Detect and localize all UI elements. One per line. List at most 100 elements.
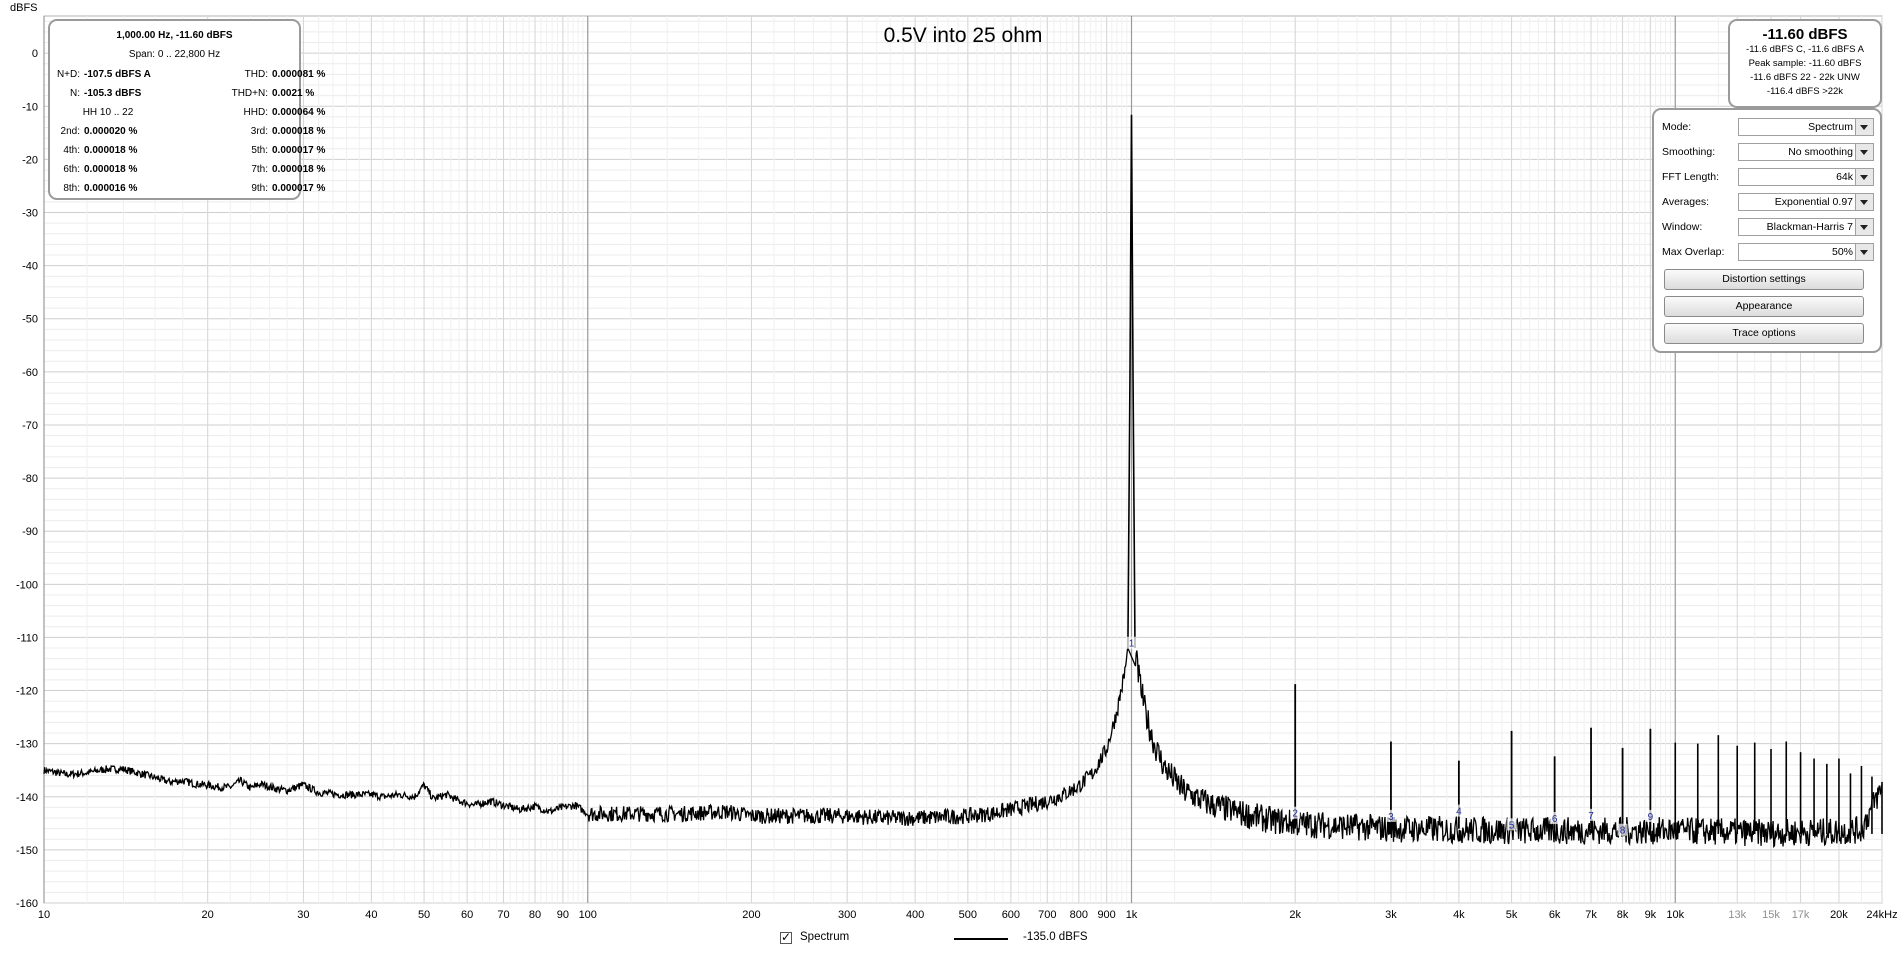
distortion-settings-button[interactable]: Distortion settings [1664,269,1864,290]
measure-label: 3rd: [250,126,268,137]
y-tick-label: -110 [17,632,38,644]
chevron-down-icon[interactable] [1855,219,1873,235]
harmonic-marker: 4 [1456,807,1462,818]
harmonic-marker: 6 [1552,814,1558,825]
x-tick-label: 100 [579,909,597,921]
x-tick-label: 15k [1762,909,1780,921]
legend-series-name: Spectrum [800,931,850,943]
level-main: -11.60 dBFS [1762,26,1848,43]
measure-value: -107.5 dBFS A [84,69,151,80]
x-tick-label: 10 [38,909,50,921]
x-tick-label: 8k [1617,909,1629,921]
chevron-down-icon[interactable] [1855,194,1873,210]
max-overlap-value: 50% [1831,246,1853,258]
smoothing-label: Smoothing: [1662,146,1716,158]
chevron-down-icon[interactable] [1855,169,1873,185]
fft-length-label: FFT Length: [1662,171,1720,183]
window-select[interactable]: Blackman-Harris 7 [1738,218,1874,236]
measure-value: 0.000020 % [84,126,138,137]
x-tick-label: 30 [297,909,309,921]
rta-settings-panel: Mode: Spectrum Smoothing: No smoothing F… [1652,108,1882,353]
max-overlap-select[interactable]: 50% [1738,243,1874,261]
level-line-3: -11.6 dBFS 22 - 22k UNW [1750,72,1860,83]
cursor-readout: 1,000.00 Hz, -11.60 dBFS [116,30,233,41]
x-tick-label: 1k [1126,909,1138,921]
measure-label: 2nd: [60,126,80,137]
measure-label: THD: [244,69,268,80]
measure-label: 8th: [63,183,80,194]
fft-length-select[interactable]: 64k [1738,168,1874,186]
chevron-down-icon[interactable] [1855,144,1873,160]
harmonic-marker: 9 [1648,812,1654,823]
averages-select[interactable]: Exponential 0.97 [1738,193,1874,211]
window-row: Window: Blackman-Harris 7 [1662,218,1876,238]
averages-row: Averages: Exponential 0.97 [1662,193,1876,213]
measure-value: 0.000018 % [272,126,326,137]
level-line-2: Peak sample: -11.60 dBFS [1748,58,1862,69]
mode-value: Spectrum [1808,121,1853,133]
x-tick-label: 40 [365,909,377,921]
harmonic-marker: 2 [1292,809,1298,820]
x-tick-label: 80 [529,909,541,921]
fft-length-value: 64k [1836,171,1853,183]
measure-value: 0.000018 % [272,164,326,175]
appearance-button[interactable]: Appearance [1664,296,1864,317]
x-tick-label: 900 [1097,909,1115,921]
chart-title: 0.5V into 25 ohm [884,24,1043,47]
chevron-down-icon[interactable] [1855,119,1873,135]
x-tick-label: 5k [1506,909,1518,921]
measure-label: 5th: [251,145,268,156]
max-overlap-label: Max Overlap: [1662,246,1725,258]
measure-label: 6th: [63,164,80,175]
measure-value: 0.000018 % [84,164,138,175]
x-tick-label: 13k [1728,909,1746,921]
x-tick-label: 70 [497,909,509,921]
max-overlap-row: Max Overlap: 50% [1662,243,1876,263]
level-meter-panel: -11.60 dBFS -11.6 dBFS C, -11.6 dBFS A P… [1728,19,1882,108]
y-axis-label: dBFS [10,2,38,14]
x-tick-label: 50 [418,909,430,921]
measure-value: 0.000016 % [84,183,138,194]
y-tick-label: -90 [22,526,38,538]
y-tick-label: -100 [16,579,38,591]
measure-label: 9th: [251,183,268,194]
y-tick-label: -150 [16,845,38,857]
smoothing-row: Smoothing: No smoothing [1662,143,1876,163]
fft-length-row: FFT Length: 64k [1662,168,1876,188]
x-tick-label: 17k [1792,909,1810,921]
mode-select[interactable]: Spectrum [1738,118,1874,136]
mode-label: Mode: [1662,121,1692,133]
x-tick-label: 6k [1549,909,1561,921]
x-tick-label: 7k [1585,909,1597,921]
mode-row: Mode: Spectrum [1662,118,1876,138]
smoothing-value: No smoothing [1788,146,1853,158]
measure-value: 0.000081 % [272,69,326,80]
y-tick-label: -70 [22,420,38,432]
x-tick-label: 9k [1645,909,1657,921]
y-tick-label: -30 [22,208,38,220]
y-tick-label: -80 [22,473,38,485]
x-tick-label: 500 [959,909,977,921]
harmonic-marker: 8 [1620,826,1626,837]
y-tick-label: -120 [16,686,38,698]
averages-label: Averages: [1662,196,1710,208]
x-tick-label: 200 [742,909,760,921]
spectrum-checkbox[interactable] [780,930,792,944]
y-tick-label: -20 [22,154,38,166]
smoothing-select[interactable]: No smoothing [1738,143,1874,161]
measure-value: -105.3 dBFS [84,88,142,99]
trace-options-button[interactable]: Trace options [1664,323,1864,344]
x-tick-label: 300 [838,909,856,921]
measure-value: 0.000064 % [272,107,326,118]
x-tick-label: 24kHz [1866,909,1897,921]
measure-value: 0.000017 % [272,145,326,156]
measure-label: N: [70,88,80,99]
measure-label: HH 10 .. 22 [82,107,134,118]
harmonic-marker: 1 [1129,639,1135,650]
x-tick-label: 20 [202,909,214,921]
measure-value: 0.000017 % [272,183,326,194]
chevron-down-icon[interactable] [1855,244,1873,260]
harmonic-marker: 7 [1588,811,1594,822]
distortion-readout-panel: 1,000.00 Hz, -11.60 dBFS Span: 0 .. 22,8… [48,19,325,200]
measure-label: HHD: [243,107,268,118]
